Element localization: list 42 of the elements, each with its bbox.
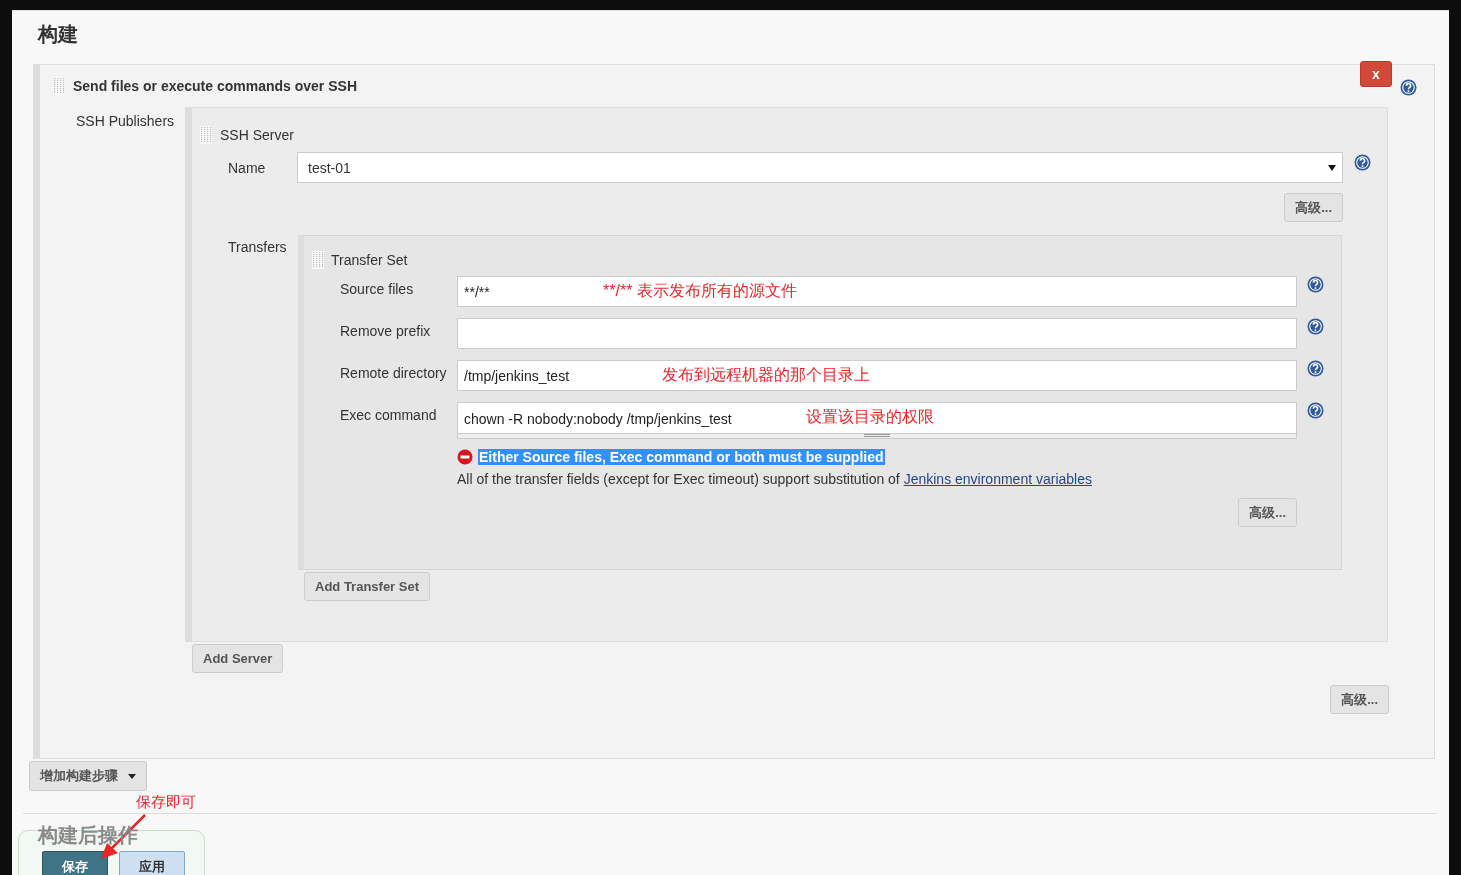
section-title: 构建 <box>36 22 79 47</box>
field-label: Remote directory <box>339 364 448 383</box>
annotation-note: **/** 表示发布所有的源文件 <box>603 281 797 301</box>
drag-handle-icon[interactable] <box>200 126 212 144</box>
help-text: All of the transfer fields (except for Exec timeout) support substitution of Jenkins environment variables <box>457 471 1093 487</box>
add-server-button[interactable]: Add Server <box>192 644 284 673</box>
add-transfer-set-button[interactable]: Add Transfer Set <box>304 572 431 601</box>
drag-handle-icon[interactable] <box>312 251 324 269</box>
help-icon[interactable] <box>1400 79 1417 96</box>
field-label: Name <box>227 159 267 176</box>
input-field[interactable] <box>457 318 1297 349</box>
add-build-step-button[interactable]: 增加构建步骤 <box>29 761 147 791</box>
apply-button[interactable]: 应用 <box>119 851 185 875</box>
help-icon[interactable] <box>1307 360 1324 377</box>
step-title: Send files or execute commands over SSH <box>73 78 357 94</box>
field-label: Remove prefix <box>339 322 432 341</box>
field-label: Exec command <box>339 406 438 425</box>
annotation-note: 设置该目录的权限 <box>806 407 934 427</box>
panel-title: SSH Server <box>220 127 294 143</box>
help-icon[interactable] <box>1307 402 1324 419</box>
save-button[interactable]: 保存 <box>42 851 108 875</box>
delete-button[interactable]: x <box>1360 61 1392 87</box>
error-message: Either Source files, Exec command or both must be supplied <box>478 449 885 465</box>
resize-handle-icon[interactable] <box>864 434 890 437</box>
field-label: Source files <box>339 280 415 299</box>
help-icon[interactable] <box>1354 154 1371 171</box>
caret-icon <box>128 773 136 779</box>
advanced-button[interactable]: 高级... <box>1330 685 1389 714</box>
drag-handle-icon[interactable] <box>53 77 65 95</box>
help-icon[interactable] <box>1307 276 1324 293</box>
panel-title: Transfer Set <box>331 252 408 268</box>
server-select[interactable]: test-01 <box>297 152 1343 183</box>
error-icon <box>457 449 473 465</box>
help-icon[interactable] <box>1307 318 1324 335</box>
advanced-button[interactable]: 高级... <box>1238 498 1297 527</box>
field-label: SSH Publishers <box>75 112 176 131</box>
field-label: Transfers <box>227 238 288 257</box>
annotation-note: 保存即可 <box>136 793 196 812</box>
env-vars-link[interactable]: Jenkins environment variables <box>903 471 1092 487</box>
advanced-button[interactable]: 高级... <box>1284 193 1343 222</box>
annotation-note: 发布到远程机器的那个目录上 <box>662 365 870 385</box>
caret-icon <box>1328 164 1336 171</box>
